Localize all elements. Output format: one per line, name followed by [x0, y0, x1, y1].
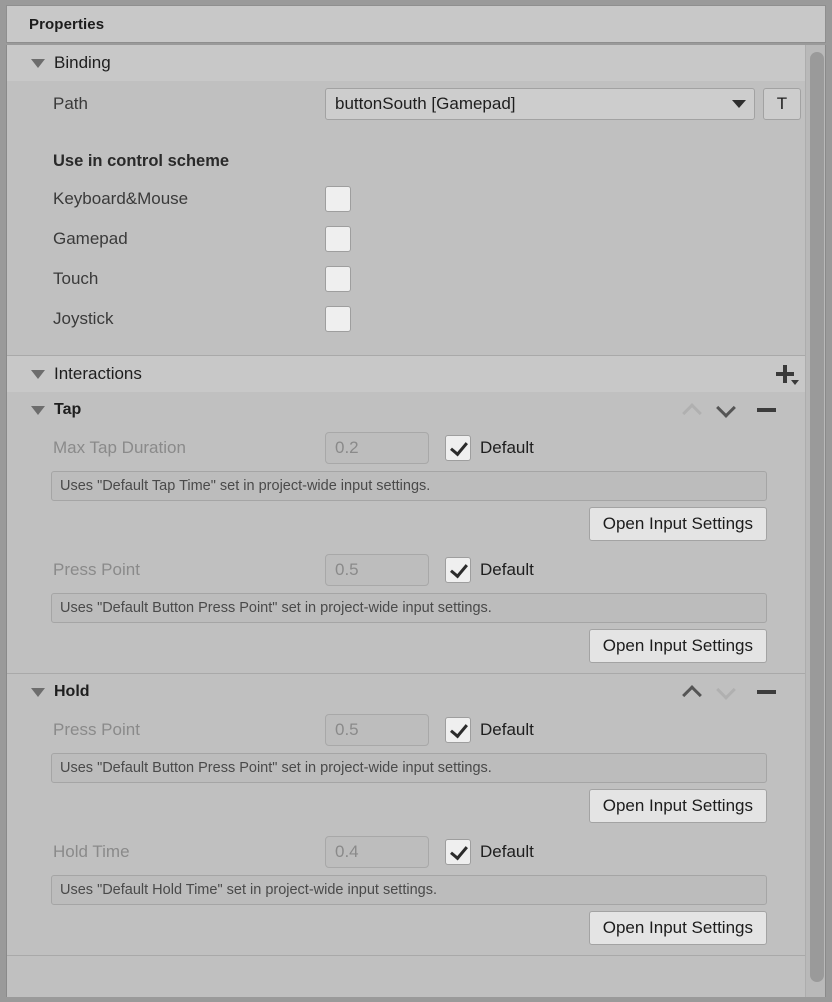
chevron-down-icon	[31, 688, 45, 697]
tap-press-point-field[interactable]: 0.5	[325, 554, 429, 586]
chevron-down-icon	[31, 406, 45, 415]
hold-time-helpbox: Uses "Default Hold Time" set in project-…	[51, 875, 767, 905]
interaction-tap-label: Tap	[54, 401, 81, 419]
scheme-checkbox-gamepad[interactable]	[325, 226, 351, 252]
scheme-row-gamepad: Gamepad	[7, 219, 807, 259]
max-tap-duration-default-checkbox[interactable]	[445, 435, 471, 461]
foldout-binding[interactable]: Binding	[7, 45, 807, 81]
path-dropdown[interactable]: buttonSouth [Gamepad]	[325, 88, 755, 120]
hold-time-field[interactable]: 0.4	[325, 836, 429, 868]
interaction-hold-actions	[675, 674, 783, 710]
open-input-settings-button[interactable]: Open Input Settings	[589, 507, 767, 541]
max-tap-duration-label: Max Tap Duration	[53, 438, 325, 458]
open-input-settings-button[interactable]: Open Input Settings	[589, 629, 767, 663]
remove-interaction-button[interactable]	[749, 675, 783, 709]
max-tap-duration-field[interactable]: 0.2	[325, 432, 429, 464]
hold-time-row: Hold Time 0.4 Default	[7, 832, 807, 872]
hold-time-default-label: Default	[480, 842, 534, 862]
properties-panel: Properties Binding Path buttonSouth [Gam…	[0, 0, 832, 1002]
tap-press-point-button-row: Open Input Settings	[7, 629, 807, 663]
scheme-label-touch: Touch	[53, 269, 325, 289]
tap-press-point-default-label: Default	[480, 560, 534, 580]
hold-press-point-field[interactable]: 0.5	[325, 714, 429, 746]
hold-press-point-row: Press Point 0.5 Default	[7, 710, 807, 750]
properties-content: Binding Path buttonSouth [Gamepad] T Use…	[7, 45, 807, 986]
scheme-label-keyboard-mouse: Keyboard&Mouse	[53, 189, 325, 209]
properties-titlebar: Properties	[6, 5, 826, 43]
interactions-header-actions	[763, 356, 807, 392]
tap-press-point-label: Press Point	[53, 560, 325, 580]
hold-press-point-label: Press Point	[53, 720, 325, 740]
path-label: Path	[53, 94, 325, 114]
foldout-interaction-hold[interactable]: Hold	[7, 674, 807, 710]
foldout-binding-label: Binding	[54, 53, 111, 73]
vertical-scrollbar[interactable]	[805, 45, 825, 997]
scheme-row-joystick: Joystick	[7, 299, 807, 339]
tap-press-point-helpbox: Uses "Default Button Press Point" set in…	[51, 593, 767, 623]
remove-interaction-button[interactable]	[749, 393, 783, 427]
scheme-label-joystick: Joystick	[53, 309, 325, 329]
interaction-tap-actions	[675, 392, 783, 428]
move-down-button[interactable]	[709, 393, 743, 427]
scheme-row-keyboard-mouse: Keyboard&Mouse	[7, 179, 807, 219]
add-interaction-button[interactable]	[763, 357, 807, 391]
max-tap-duration-button-row: Open Input Settings	[7, 507, 807, 541]
scheme-checkbox-joystick[interactable]	[325, 306, 351, 332]
hold-press-point-default-group: Default	[445, 717, 534, 743]
foldout-interactions[interactable]: Interactions	[7, 356, 807, 392]
move-down-button[interactable]	[709, 675, 743, 709]
control-scheme-heading: Use in control scheme	[7, 143, 807, 179]
chevron-down-icon	[791, 380, 799, 385]
hold-time-label: Hold Time	[53, 842, 325, 862]
scheme-checkbox-touch[interactable]	[325, 266, 351, 292]
properties-scrollview: Binding Path buttonSouth [Gamepad] T Use…	[6, 45, 826, 997]
open-input-settings-button[interactable]: Open Input Settings	[589, 911, 767, 945]
interaction-hold-label: Hold	[54, 683, 90, 701]
scheme-label-gamepad: Gamepad	[53, 229, 325, 249]
hold-press-point-helpbox: Uses "Default Button Press Point" set in…	[51, 753, 767, 783]
minus-icon	[757, 408, 776, 412]
minus-icon	[757, 690, 776, 694]
page-title: Properties	[29, 16, 104, 33]
tap-press-point-row: Press Point 0.5 Default	[7, 550, 807, 590]
path-picker-button[interactable]: T	[763, 88, 801, 120]
hold-time-default-checkbox[interactable]	[445, 839, 471, 865]
chevron-down-icon	[31, 59, 45, 68]
hold-press-point-default-label: Default	[480, 720, 534, 740]
open-input-settings-button[interactable]: Open Input Settings	[589, 789, 767, 823]
hold-time-default-group: Default	[445, 839, 534, 865]
path-dropdown-value: buttonSouth [Gamepad]	[335, 94, 516, 114]
move-up-button[interactable]	[675, 675, 709, 709]
scheme-checkbox-keyboard-mouse[interactable]	[325, 186, 351, 212]
foldout-interaction-tap[interactable]: Tap	[7, 392, 807, 428]
tap-max-duration-row: Max Tap Duration 0.2 Default	[7, 428, 807, 468]
max-tap-duration-default-group: Default	[445, 435, 534, 461]
hold-press-point-default-checkbox[interactable]	[445, 717, 471, 743]
scheme-row-touch: Touch	[7, 259, 807, 299]
chevron-down-icon	[31, 370, 45, 379]
binding-path-row: Path buttonSouth [Gamepad] T	[7, 81, 807, 127]
hold-time-button-row: Open Input Settings	[7, 911, 807, 945]
hold-press-point-button-row: Open Input Settings	[7, 789, 807, 823]
chevron-down-icon	[732, 100, 746, 108]
tap-press-point-default-group: Default	[445, 557, 534, 583]
tap-press-point-default-checkbox[interactable]	[445, 557, 471, 583]
foldout-interactions-label: Interactions	[54, 364, 142, 384]
max-tap-duration-helpbox: Uses "Default Tap Time" set in project-w…	[51, 471, 767, 501]
max-tap-duration-default-label: Default	[480, 438, 534, 458]
scrollbar-thumb[interactable]	[810, 52, 824, 982]
move-up-button[interactable]	[675, 393, 709, 427]
